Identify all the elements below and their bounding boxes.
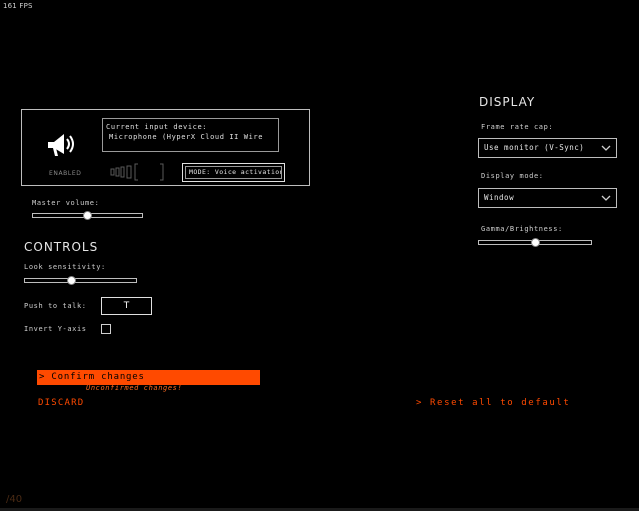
master-volume-slider[interactable] <box>32 211 143 220</box>
controls-heading: CONTROLS <box>24 240 99 254</box>
look-sensitivity-slider[interactable] <box>24 276 137 285</box>
display-mode-value: Window <box>484 193 515 202</box>
display-heading: DISPLAY <box>479 95 536 109</box>
display-mode-label: Display mode: <box>481 172 544 180</box>
frame-rate-select[interactable]: Use monitor (V-Sync) <box>478 138 617 158</box>
unconfirmed-changes-notice: Unconfirmed changes! <box>86 384 183 392</box>
reset-defaults-button[interactable]: > Reset all to default <box>416 398 570 408</box>
voice-status-label: ENABLED <box>49 170 82 177</box>
confirm-changes-button[interactable]: > Confirm changes <box>37 370 260 385</box>
voice-mode-label: MODE: Voice activation <box>185 166 282 179</box>
gamma-knob[interactable] <box>531 238 540 247</box>
input-device-label: Current input device: <box>106 123 208 131</box>
gamma-slider[interactable] <box>478 238 592 247</box>
push-to-talk-key-button[interactable]: T <box>101 297 152 315</box>
input-device-display[interactable]: Current input device: Microphone (HyperX… <box>102 118 279 152</box>
chevron-down-icon <box>601 195 611 201</box>
gamma-label: Gamma/Brightness: <box>481 225 563 233</box>
push-to-talk-label: Push to talk: <box>24 302 87 310</box>
look-sensitivity-knob[interactable] <box>67 276 76 285</box>
chevron-down-icon <box>601 145 611 151</box>
look-sensitivity-label: Look sensitivity: <box>24 263 106 271</box>
master-volume-label: Master volume: <box>32 199 100 207</box>
input-device-value: Microphone (HyperX Cloud II Wire <box>109 133 264 141</box>
discard-button[interactable]: DISCARD <box>38 398 84 408</box>
look-sensitivity-track[interactable] <box>24 278 137 283</box>
corner-counter: /40 <box>6 494 23 505</box>
frame-rate-value: Use monitor (V-Sync) <box>484 143 585 152</box>
invert-y-label: Invert Y-axis <box>24 325 87 333</box>
master-volume-knob[interactable] <box>83 211 92 220</box>
megaphone-icon <box>48 134 74 156</box>
frame-rate-label: Frame rate cap: <box>481 123 554 131</box>
invert-y-checkbox[interactable] <box>101 324 111 334</box>
display-mode-select[interactable]: Window <box>478 188 617 208</box>
voice-level-meter <box>110 163 164 181</box>
voice-mode-button[interactable]: MODE: Voice activation <box>182 163 285 182</box>
fps-counter: 161 FPS <box>3 2 33 10</box>
